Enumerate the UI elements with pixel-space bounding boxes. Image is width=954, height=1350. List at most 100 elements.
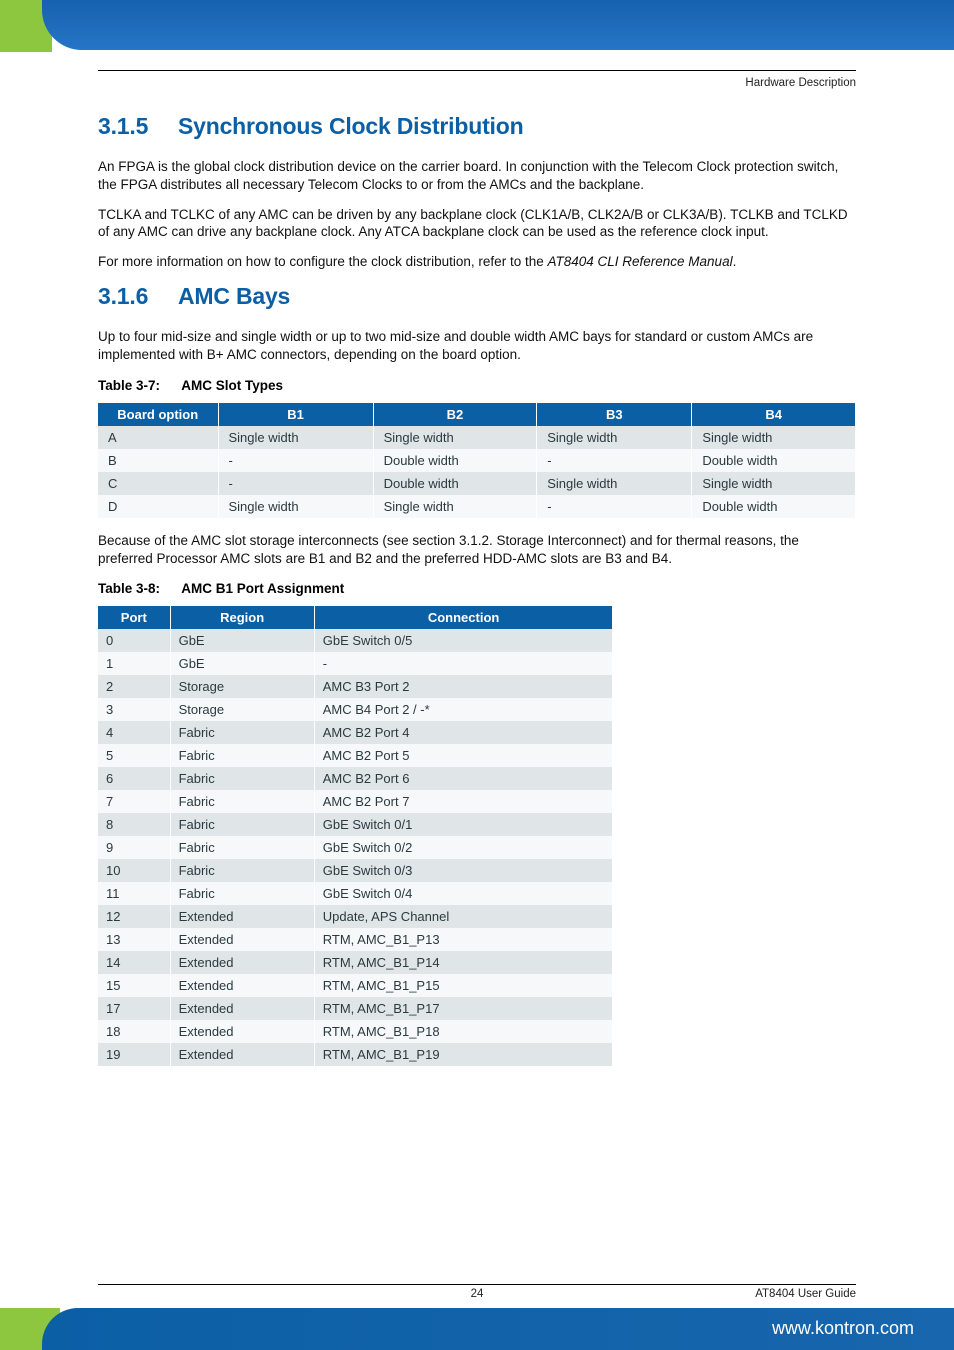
table-row: 5FabricAMC B2 Port 5 [98, 744, 613, 767]
table-cell: Single width [218, 495, 373, 518]
table-3-7-caption: Table 3-7: AMC Slot Types [98, 378, 856, 393]
table-row: B-Double width-Double width [98, 449, 856, 472]
table-cell: 11 [98, 882, 170, 905]
table-cell: - [218, 472, 373, 495]
table-cell: 10 [98, 859, 170, 882]
table-cell: Single width [373, 495, 537, 518]
col-header: Port [98, 606, 170, 629]
table-cell: 8 [98, 813, 170, 836]
table-cell: GbE [170, 629, 314, 652]
heading-number: 3.1.6 [98, 283, 152, 310]
table-row: 2StorageAMC B3 Port 2 [98, 675, 613, 698]
table-cell: Extended [170, 974, 314, 997]
table-row: 13ExtendedRTM, AMC_B1_P13 [98, 928, 613, 951]
table-cell: RTM, AMC_B1_P19 [314, 1043, 613, 1066]
table-cell: Double width [373, 449, 537, 472]
table-cell: 14 [98, 951, 170, 974]
top-blue-bar [42, 0, 954, 50]
table-row: C-Double widthSingle widthSingle width [98, 472, 856, 495]
table-cell: 15 [98, 974, 170, 997]
table-row: 9FabricGbE Switch 0/2 [98, 836, 613, 859]
table-cell: - [537, 449, 692, 472]
table-row: 15ExtendedRTM, AMC_B1_P15 [98, 974, 613, 997]
table-cell: Extended [170, 997, 314, 1020]
table-cell: Fabric [170, 790, 314, 813]
table-cell: Extended [170, 1043, 314, 1066]
table-cell: Update, APS Channel [314, 905, 613, 928]
table-cell: 4 [98, 721, 170, 744]
table-cell: Single width [373, 426, 537, 449]
page-footer: 24 AT8404 User Guide www.kontron.com [0, 1284, 954, 1350]
table-row: ASingle widthSingle widthSingle widthSin… [98, 426, 856, 449]
table-row: 17ExtendedRTM, AMC_B1_P17 [98, 997, 613, 1020]
table-cell: 0 [98, 629, 170, 652]
table-cell: Fabric [170, 882, 314, 905]
table-row: 6FabricAMC B2 Port 6 [98, 767, 613, 790]
table-cell: 2 [98, 675, 170, 698]
table-cell: B [98, 449, 218, 472]
caption-number: Table 3-7: [98, 378, 178, 393]
table-cell: RTM, AMC_B1_P17 [314, 997, 613, 1020]
table-cell: 13 [98, 928, 170, 951]
table-cell: GbE Switch 0/1 [314, 813, 613, 836]
table-cell: RTM, AMC_B1_P14 [314, 951, 613, 974]
paragraph: An FPGA is the global clock distribution… [98, 158, 856, 194]
table-row: 0GbEGbE Switch 0/5 [98, 629, 613, 652]
heading-title: AMC Bays [178, 283, 290, 310]
table-cell: 6 [98, 767, 170, 790]
table-cell: GbE Switch 0/4 [314, 882, 613, 905]
table-row: 11FabricGbE Switch 0/4 [98, 882, 613, 905]
table-cell: 7 [98, 790, 170, 813]
text: For more information on how to configure… [98, 254, 547, 269]
table-cell: Single width [692, 426, 856, 449]
table-cell: - [314, 652, 613, 675]
table-cell: Extended [170, 1020, 314, 1043]
table-row: 3StorageAMC B4 Port 2 / -* [98, 698, 613, 721]
footer-info-line: 24 AT8404 User Guide [98, 1284, 856, 1300]
top-border-decoration [0, 0, 954, 52]
manual-reference: AT8404 CLI Reference Manual [547, 254, 732, 269]
caption-number: Table 3-8: [98, 581, 178, 596]
footer-blue-bar: www.kontron.com [42, 1308, 954, 1350]
table-cell: AMC B2 Port 7 [314, 790, 613, 813]
table-cell: A [98, 426, 218, 449]
heading-title: Synchronous Clock Distribution [178, 113, 523, 140]
table-3-7: Board option B1 B2 B3 B4 ASingle widthSi… [98, 403, 856, 518]
spacer [98, 1066, 856, 1176]
paragraph: Because of the AMC slot storage intercon… [98, 532, 856, 568]
table-row: 10FabricGbE Switch 0/3 [98, 859, 613, 882]
col-header: Region [170, 606, 314, 629]
footer-url[interactable]: www.kontron.com [772, 1318, 914, 1339]
table-cell: Double width [692, 449, 856, 472]
table-cell: GbE Switch 0/5 [314, 629, 613, 652]
doc-title: AT8404 User Guide [755, 1288, 856, 1300]
col-header: B3 [537, 403, 692, 426]
table-cell: Single width [218, 426, 373, 449]
table-cell: AMC B2 Port 4 [314, 721, 613, 744]
table-cell: C [98, 472, 218, 495]
heading-number: 3.1.5 [98, 113, 152, 140]
document-page: Hardware Description 3.1.5 Synchronous C… [0, 0, 954, 1350]
table-row: 4FabricAMC B2 Port 4 [98, 721, 613, 744]
table-cell: RTM, AMC_B1_P15 [314, 974, 613, 997]
table-cell: RTM, AMC_B1_P18 [314, 1020, 613, 1043]
caption-title: AMC B1 Port Assignment [181, 581, 344, 596]
table-row: 14ExtendedRTM, AMC_B1_P14 [98, 951, 613, 974]
table-row: 19ExtendedRTM, AMC_B1_P19 [98, 1043, 613, 1066]
section-label: Hardware Description [745, 77, 856, 89]
table-cell: Single width [537, 426, 692, 449]
col-header: B1 [218, 403, 373, 426]
table-cell: Fabric [170, 813, 314, 836]
table-cell: Fabric [170, 767, 314, 790]
table-cell: Extended [170, 928, 314, 951]
heading-3-1-6: 3.1.6 AMC Bays [98, 283, 856, 310]
table-cell: GbE Switch 0/2 [314, 836, 613, 859]
table-row: 12ExtendedUpdate, APS Channel [98, 905, 613, 928]
table-cell: Extended [170, 905, 314, 928]
table-cell: - [537, 495, 692, 518]
table-row: 1GbE- [98, 652, 613, 675]
table-cell: Fabric [170, 721, 314, 744]
text: . [733, 254, 737, 269]
table-cell: Storage [170, 675, 314, 698]
table-cell: AMC B3 Port 2 [314, 675, 613, 698]
